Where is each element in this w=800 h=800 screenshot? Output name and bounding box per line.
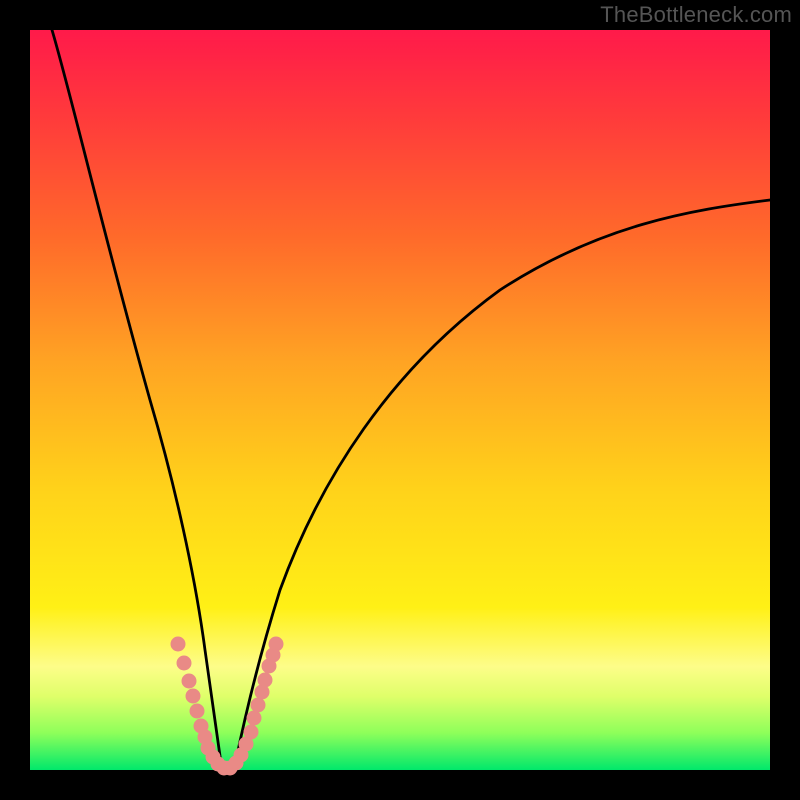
- marker: [171, 637, 185, 651]
- chart-svg: [30, 30, 770, 770]
- right-branch-line: [234, 200, 770, 770]
- marker: [186, 689, 200, 703]
- marker: [182, 674, 196, 688]
- marker: [177, 656, 191, 670]
- marker: [247, 711, 261, 725]
- chart-frame: TheBottleneck.com: [0, 0, 800, 800]
- marker: [190, 704, 204, 718]
- marker: [269, 637, 283, 651]
- left-branch-line: [52, 30, 222, 770]
- marker: [251, 698, 265, 712]
- marker: [244, 725, 258, 739]
- scatter-markers-group: [171, 637, 283, 775]
- marker: [258, 673, 272, 687]
- watermark-text: TheBottleneck.com: [600, 2, 792, 28]
